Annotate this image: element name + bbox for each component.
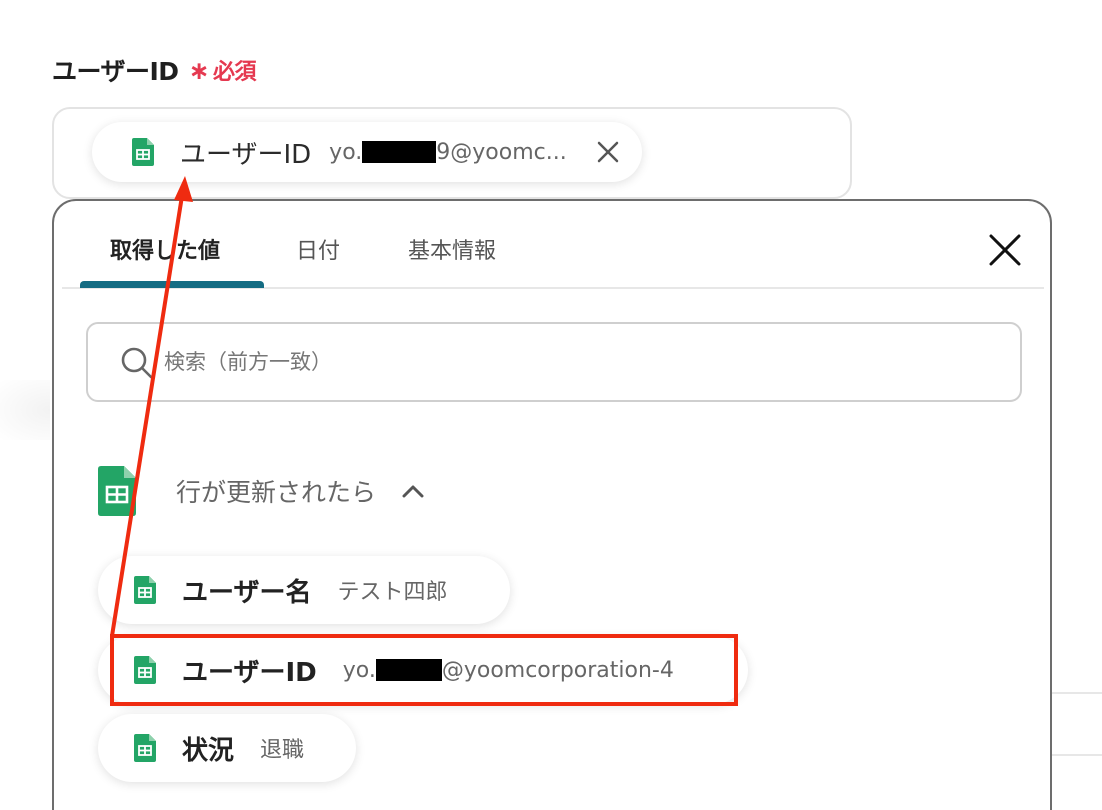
field-label: ユーザーID ∗ 必須 [52, 52, 257, 88]
tab-basic-info[interactable]: 基本情報 [408, 233, 496, 265]
group-header-row-updated[interactable]: 行が更新されたら [98, 466, 424, 516]
item-label: 状況 [182, 735, 235, 766]
active-tab-indicator [80, 281, 264, 288]
chip-value: yo. 9@yoomc... [329, 139, 567, 165]
background-shadow [0, 380, 50, 440]
background-divider [1052, 754, 1102, 756]
search-input[interactable] [164, 342, 984, 382]
list-item-status[interactable]: 状況 退職 [98, 714, 356, 782]
required-text: 必須 [213, 60, 257, 85]
required-asterisk: ∗ [188, 55, 210, 85]
close-icon [597, 141, 619, 163]
item-value: テスト四郎 [337, 580, 448, 605]
item-value: 退職 [260, 738, 305, 763]
chevron-up-icon [402, 485, 424, 498]
remove-chip-button[interactable] [592, 136, 624, 168]
selected-value-chip[interactable]: ユーザーID yo. 9@yoomc... [92, 122, 642, 182]
redacted-block [362, 141, 437, 163]
search-icon [121, 347, 153, 379]
google-sheets-icon [132, 138, 154, 166]
group-title: 行が更新されたら [176, 478, 377, 507]
item-label: ユーザー名 [182, 577, 312, 608]
close-icon[interactable] [986, 231, 1024, 269]
annotation-highlight-box [110, 634, 738, 706]
search-box [86, 322, 1022, 402]
tab-bar: 取得した値 日付 基本情報 [62, 201, 1044, 289]
tab-date[interactable]: 日付 [296, 233, 340, 265]
background-divider [1052, 692, 1102, 694]
chip-label: ユーザーID [180, 139, 312, 170]
list-item-user-name[interactable]: ユーザー名 テスト四郎 [98, 556, 510, 624]
tab-retrieved-values[interactable]: 取得した値 [110, 233, 220, 265]
google-sheets-icon [134, 576, 156, 604]
google-sheets-icon [134, 734, 156, 762]
field-label-text: ユーザーID [52, 57, 179, 86]
google-sheets-icon [98, 466, 136, 516]
